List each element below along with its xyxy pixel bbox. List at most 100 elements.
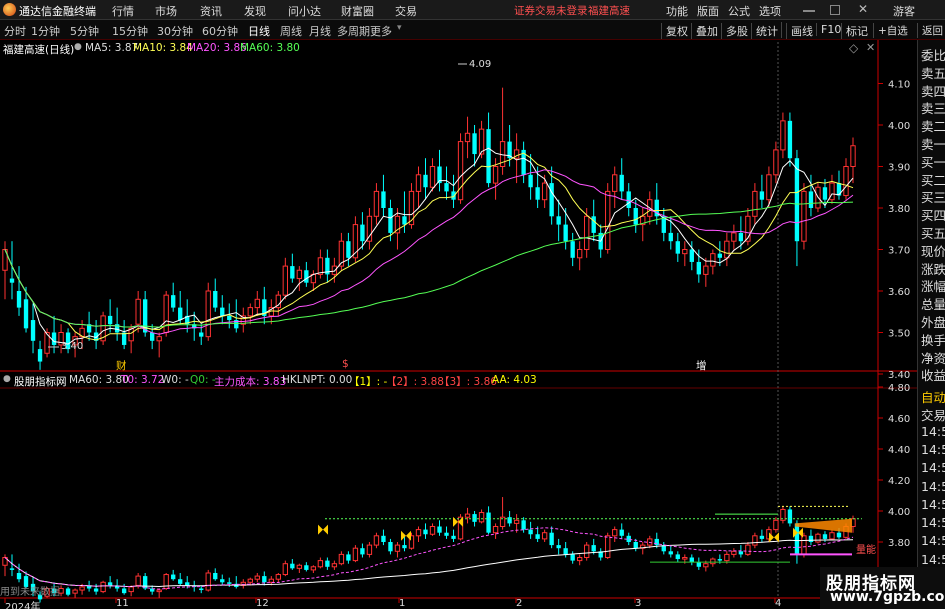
candle-body bbox=[528, 529, 533, 535]
candle-body bbox=[192, 324, 197, 329]
candle-body bbox=[373, 535, 380, 546]
candle-body bbox=[808, 535, 814, 542]
period-1min[interactable]: 1分钟 bbox=[31, 23, 60, 39]
candle-body bbox=[513, 519, 520, 524]
candle-body bbox=[185, 315, 190, 325]
ma-settings-icon[interactable]: ● bbox=[74, 42, 82, 52]
btn-huaxian[interactable]: 画线 bbox=[786, 23, 813, 39]
btn-f10[interactable]: F10 bbox=[816, 23, 841, 36]
candle-body bbox=[451, 191, 456, 200]
candle-body bbox=[464, 132, 471, 143]
candle-body bbox=[317, 560, 324, 568]
more-chevron-icon[interactable]: ▾ bbox=[397, 23, 402, 33]
candle-body bbox=[44, 332, 50, 354]
btn-duogu[interactable]: 多股 bbox=[721, 23, 748, 39]
candle-body bbox=[121, 588, 127, 594]
candle-body bbox=[93, 588, 99, 592]
menu-shichang[interactable]: 市场 bbox=[155, 3, 177, 19]
period-more[interactable]: 更多 bbox=[370, 23, 392, 39]
period-week[interactable]: 周线 bbox=[280, 23, 302, 39]
menu-wenxiaoda[interactable]: 问小达 bbox=[288, 3, 321, 19]
chart-diamond-icon[interactable]: ◇ bbox=[849, 41, 858, 55]
low-price-label: 3.40 bbox=[61, 341, 84, 352]
candle-body bbox=[766, 174, 772, 201]
btn-back[interactable]: 返回 bbox=[917, 23, 943, 38]
period-multi[interactable]: 多周期 bbox=[337, 23, 370, 39]
close-icon[interactable]: ✕ bbox=[858, 2, 868, 16]
btn-biaoji[interactable]: 标记 bbox=[841, 23, 868, 39]
candle-body bbox=[275, 294, 281, 309]
candle-body bbox=[577, 249, 583, 259]
candle-body bbox=[745, 544, 751, 555]
menu-gongshi[interactable]: 公式 bbox=[728, 3, 750, 19]
period-month[interactable]: 月线 bbox=[309, 23, 331, 39]
candle-body bbox=[213, 291, 218, 308]
marker-dollar[interactable]: $ bbox=[342, 358, 349, 370]
menu-gongneng[interactable]: 功能 bbox=[666, 3, 688, 19]
candle-body bbox=[415, 529, 422, 537]
candle-body bbox=[240, 315, 246, 325]
candle-body bbox=[626, 191, 631, 208]
candle-body bbox=[738, 232, 744, 242]
sub-item3: 【3】: 3.86 bbox=[439, 376, 497, 388]
chart-close-icon[interactable]: ✕ bbox=[866, 41, 875, 54]
btn-fuquan[interactable]: 复权 bbox=[661, 23, 688, 39]
ma5-line bbox=[4, 147, 854, 345]
candle-body bbox=[808, 191, 814, 208]
login-notice[interactable]: 证券交易未登录 bbox=[514, 3, 588, 18]
btn-add-watchlist[interactable]: +自选 bbox=[873, 23, 908, 38]
candle-body bbox=[268, 578, 274, 583]
period-30min[interactable]: 30分钟 bbox=[157, 23, 193, 39]
menu-xuanxiang[interactable]: 选项 bbox=[759, 3, 781, 19]
main-y-tick-label: 3.80 bbox=[888, 204, 910, 215]
candle-body bbox=[675, 241, 680, 254]
candle-body bbox=[752, 190, 758, 217]
period-day[interactable]: 日线 bbox=[248, 23, 270, 39]
marker-cai[interactable]: 财 bbox=[116, 358, 127, 373]
candle-body bbox=[492, 166, 499, 184]
candle-body bbox=[275, 574, 281, 580]
menu-banmian[interactable]: 版面 bbox=[697, 3, 719, 19]
x-label-dec: 12 bbox=[256, 598, 269, 609]
menu-faxian[interactable]: 发现 bbox=[244, 3, 266, 19]
candle-body bbox=[282, 265, 289, 296]
candle-body bbox=[150, 332, 155, 341]
marker-zeng[interactable]: 增 bbox=[696, 358, 707, 373]
candle-body bbox=[79, 586, 85, 591]
candle-body bbox=[745, 215, 751, 242]
sub-y-tick-label: 4.00 bbox=[888, 507, 910, 518]
main-y-tick-label: 3.50 bbox=[888, 329, 910, 340]
sub-y-tick-label: 4.20 bbox=[888, 476, 910, 487]
btn-tongji[interactable]: 统计 bbox=[751, 23, 778, 39]
menu-hangqing[interactable]: 行情 bbox=[112, 3, 134, 19]
candle-body bbox=[254, 575, 260, 580]
sub-settings-icon[interactable]: ● bbox=[3, 374, 11, 384]
butterfly-marker bbox=[318, 524, 328, 535]
period-60min[interactable]: 60分钟 bbox=[202, 23, 238, 39]
candle-body bbox=[360, 224, 365, 242]
candle-body bbox=[815, 533, 821, 543]
menu-caifuquan[interactable]: 财富圈 bbox=[341, 3, 374, 19]
candle-body bbox=[262, 576, 267, 583]
user-guest[interactable]: 游客 bbox=[893, 3, 915, 19]
period-fenshi[interactable]: 分时 bbox=[4, 23, 26, 39]
candle-body bbox=[30, 320, 36, 341]
candle-body bbox=[408, 535, 415, 549]
sidebar-item[interactable]: 交易 bbox=[921, 405, 945, 424]
sidebar-item[interactable]: 自动 bbox=[921, 387, 945, 406]
period-15min[interactable]: 15分钟 bbox=[112, 23, 148, 39]
menu-zixun[interactable]: 资讯 bbox=[200, 3, 222, 19]
candle-body bbox=[773, 519, 779, 531]
main-y-tick-label: 3.90 bbox=[888, 163, 910, 174]
menu-jiaoyi[interactable]: 交易 bbox=[395, 3, 417, 19]
candle-body bbox=[598, 232, 603, 250]
sidebar-item: 14:56 bbox=[921, 423, 945, 439]
candle-body bbox=[801, 190, 807, 242]
kline-chart[interactable]: 4.10 4.00 3.90 3.80 3.70 3.60 3.50 3.40 4.80 4.60… bbox=[0, 0, 945, 609]
restore-icon[interactable] bbox=[830, 5, 840, 15]
candle-body bbox=[822, 534, 828, 539]
period-5min[interactable]: 5分钟 bbox=[70, 23, 99, 39]
app-logo-icon bbox=[3, 3, 16, 16]
btn-diejia[interactable]: 叠加 bbox=[691, 23, 718, 39]
minimize-icon[interactable] bbox=[803, 10, 815, 12]
